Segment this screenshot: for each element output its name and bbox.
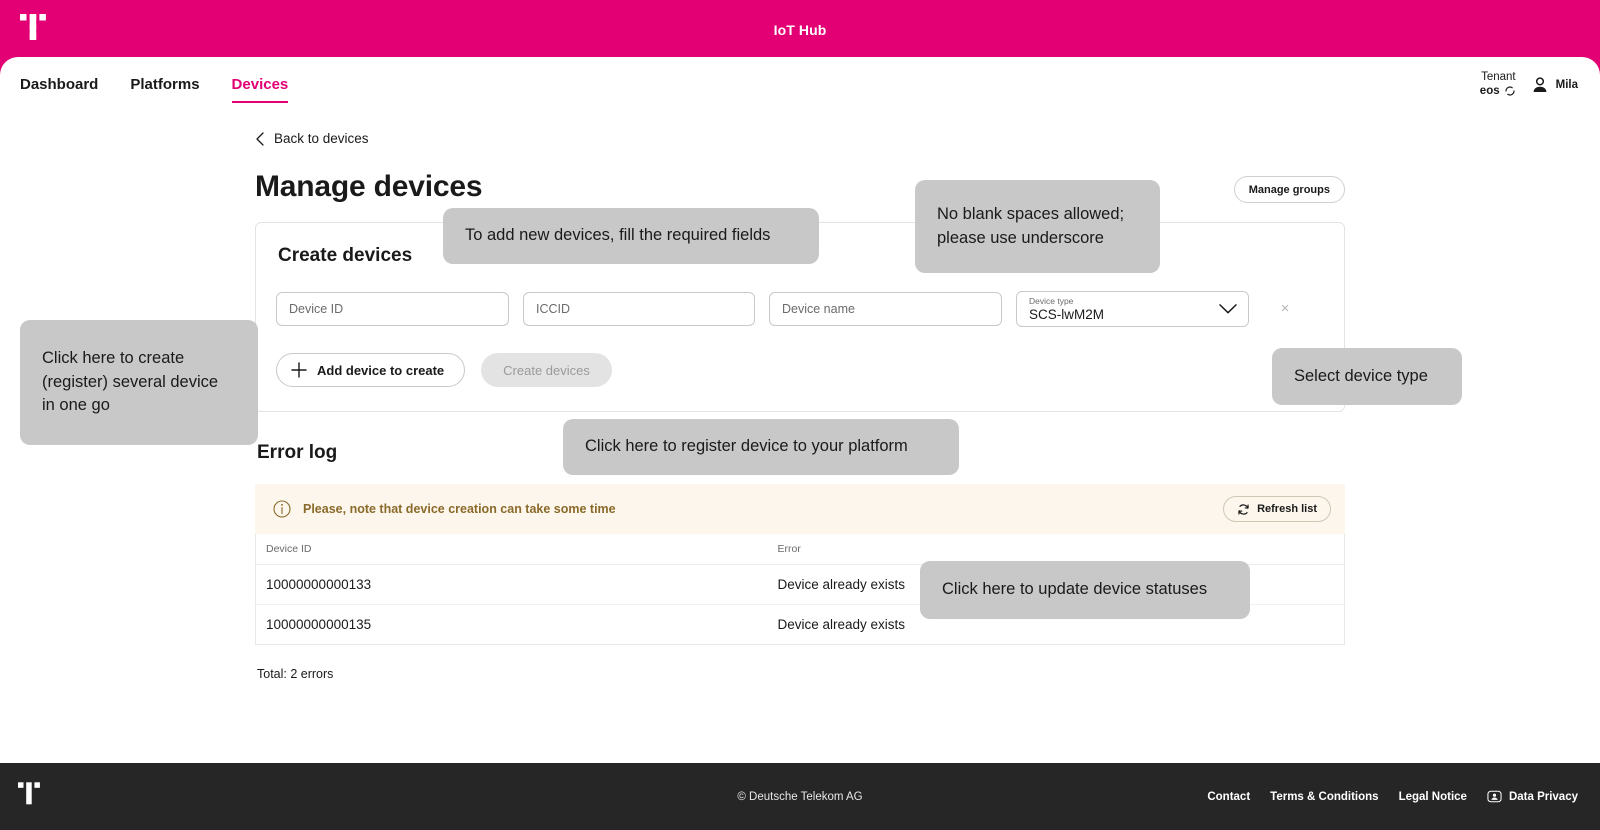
callout-fill-required-fields: To add new devices, fill the required fi… bbox=[443, 208, 819, 264]
app-title: IoT Hub bbox=[773, 22, 827, 38]
chevron-left-icon bbox=[256, 131, 264, 146]
add-device-label: Add device to create bbox=[317, 362, 445, 378]
footer-link-data-privacy-label: Data Privacy bbox=[1508, 790, 1578, 803]
telekom-logo-icon bbox=[20, 14, 46, 40]
nav-right-area: Tenant eos Mila bbox=[1480, 57, 1578, 112]
column-header-error: Error bbox=[767, 534, 1345, 565]
create-card-actions: Add device to create Create devices bbox=[276, 353, 1324, 387]
nav-item-list: Dashboard Platforms Devices bbox=[0, 57, 288, 112]
chevron-down-icon bbox=[1219, 304, 1237, 314]
error-table-head: Device ID Error bbox=[255, 534, 1345, 565]
footer-links: Contact Terms & Conditions Legal Notice … bbox=[1207, 789, 1578, 804]
switch-tenant-icon bbox=[1505, 86, 1515, 96]
cell-device-id: 10000000000133 bbox=[255, 564, 768, 605]
back-to-devices-label: Back to devices bbox=[274, 131, 369, 146]
tenant-selector[interactable]: Tenant eos bbox=[1480, 71, 1516, 98]
plus-icon bbox=[291, 362, 307, 378]
avatar-icon bbox=[1533, 76, 1547, 92]
refresh-list-label: Refresh list bbox=[1257, 503, 1317, 515]
notice-text: Please, note that device creation can ta… bbox=[303, 502, 616, 516]
page-header: Manage devices Manage groups bbox=[255, 170, 1345, 204]
refresh-icon bbox=[1238, 503, 1249, 515]
device-type-label: Device type bbox=[1029, 296, 1074, 307]
info-icon bbox=[273, 500, 291, 518]
callout-create-several-devices: Click here to create (register) several … bbox=[20, 320, 258, 445]
callout-register-device-to-platform: Click here to register device to your pl… bbox=[563, 419, 959, 475]
cell-device-id: 10000000000135 bbox=[266, 617, 372, 632]
app-root: IoT Hub Dashboard Platforms Devices Tena… bbox=[0, 0, 1600, 830]
nav-item-platforms[interactable]: Platforms bbox=[130, 57, 199, 112]
footer-link-legal-notice[interactable]: Legal Notice bbox=[1399, 791, 1467, 803]
column-header-device-id: Device ID bbox=[255, 534, 768, 565]
footer-link-contact[interactable]: Contact bbox=[1207, 791, 1250, 803]
user-menu[interactable]: Mila bbox=[1530, 75, 1578, 95]
tenant-value: eos bbox=[1479, 84, 1500, 97]
refresh-list-button[interactable]: Refresh list bbox=[1223, 496, 1331, 522]
callout-update-device-statuses: Click here to update device statuses bbox=[920, 561, 1250, 619]
footer-link-terms[interactable]: Terms & Conditions bbox=[1270, 791, 1378, 803]
error-table-header-row: Device ID Error bbox=[255, 534, 1345, 565]
error-log-notice: Please, note that device creation can ta… bbox=[255, 484, 1345, 534]
nav-item-dashboard[interactable]: Dashboard bbox=[20, 57, 98, 112]
back-to-devices-link[interactable]: Back to devices bbox=[255, 131, 369, 146]
create-devices-button[interactable]: Create devices bbox=[481, 353, 612, 387]
device-type-value: SCS-lwM2M bbox=[1029, 306, 1105, 322]
main-nav: Dashboard Platforms Devices Tenant eos M… bbox=[0, 57, 1600, 112]
device-id-input[interactable] bbox=[276, 292, 509, 326]
error-total-label: Total: 2 errors bbox=[257, 667, 334, 681]
nav-item-devices[interactable]: Devices bbox=[231, 57, 288, 112]
add-device-to-create-button[interactable]: Add device to create bbox=[276, 353, 466, 387]
top-bar: IoT Hub bbox=[0, 0, 1600, 60]
manage-groups-button[interactable]: Manage groups bbox=[1233, 176, 1345, 203]
footer-link-data-privacy[interactable]: Data Privacy bbox=[1487, 789, 1578, 804]
tenant-value-row: eos bbox=[1480, 85, 1516, 99]
device-type-select[interactable]: Device type SCS-lwM2M bbox=[1016, 291, 1249, 327]
iccid-input[interactable] bbox=[523, 292, 755, 326]
user-name: Mila bbox=[1555, 78, 1578, 91]
remove-device-row-button[interactable]: × bbox=[1277, 301, 1293, 317]
page-title: Manage devices bbox=[255, 170, 483, 203]
privacy-shield-icon bbox=[1487, 790, 1502, 803]
tenant-label: Tenant bbox=[1481, 70, 1516, 83]
device-input-row: Device type SCS-lwM2M × bbox=[276, 291, 1324, 327]
device-name-input[interactable] bbox=[769, 292, 1002, 326]
footer: © Deutsche Telekom AG Contact Terms & Co… bbox=[0, 763, 1600, 830]
callout-select-device-type: Select device type bbox=[1272, 348, 1462, 405]
callout-no-blank-spaces: No blank spaces allowed; please use unde… bbox=[915, 180, 1160, 273]
